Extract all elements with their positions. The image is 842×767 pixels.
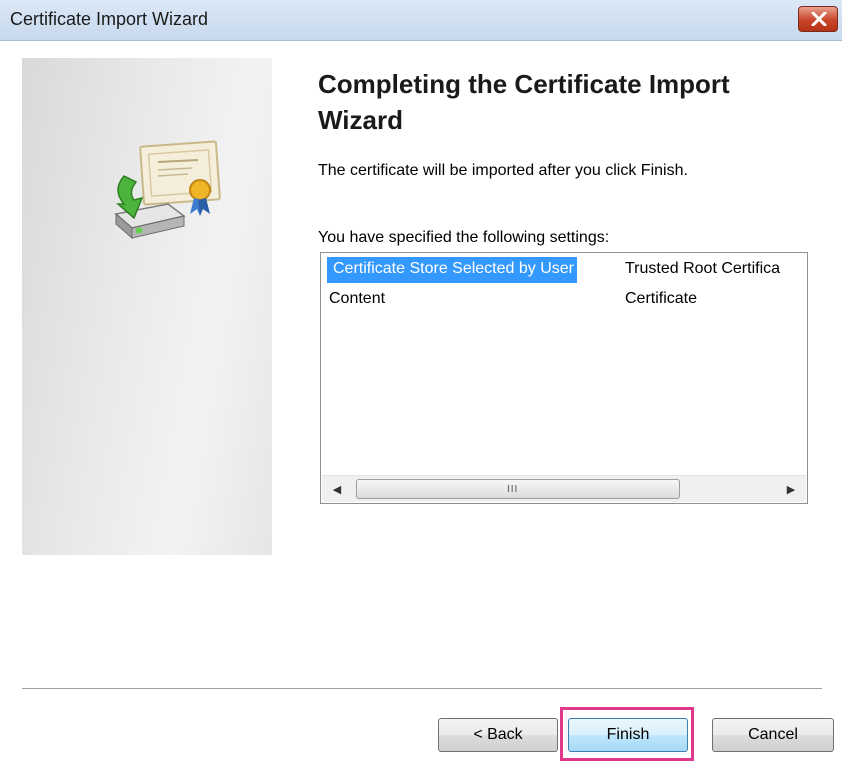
wizard-side-panel (22, 58, 272, 555)
intro-text: The certificate will be imported after y… (318, 162, 688, 179)
scroll-left-arrow-icon[interactable]: ◀ (322, 476, 352, 502)
setting-name: Content (329, 290, 386, 307)
close-icon (811, 12, 827, 26)
setting-value: Certificate (625, 290, 698, 307)
finish-button[interactable]: Finish (568, 718, 688, 752)
close-button[interactable] (798, 6, 838, 32)
list-item[interactable]: Certificate Store Selected by User Trust… (321, 257, 807, 283)
page-heading: Completing the Certificate Import Wizard (318, 69, 730, 135)
horizontal-scrollbar[interactable]: ◀ III ▶ (322, 475, 806, 502)
scroll-grip: III (507, 484, 519, 495)
setting-value: Trusted Root Certifica (625, 260, 781, 277)
setting-name: Certificate Store Selected by User (327, 257, 577, 283)
settings-list[interactable]: Certificate Store Selected by User Trust… (320, 252, 808, 504)
certificate-import-icon (114, 140, 221, 240)
scroll-right-arrow-icon[interactable]: ▶ (776, 476, 806, 502)
button-separator (22, 688, 822, 690)
back-button[interactable]: < Back (438, 718, 558, 752)
cancel-button[interactable]: Cancel (712, 718, 834, 752)
settings-label: You have specified the following setting… (318, 229, 610, 246)
list-item[interactable]: Content Certificate (321, 287, 807, 313)
title-bar: Certificate Import Wizard (0, 0, 842, 41)
window-title: Certificate Import Wizard (10, 9, 209, 29)
scroll-thumb[interactable]: III (356, 479, 680, 499)
